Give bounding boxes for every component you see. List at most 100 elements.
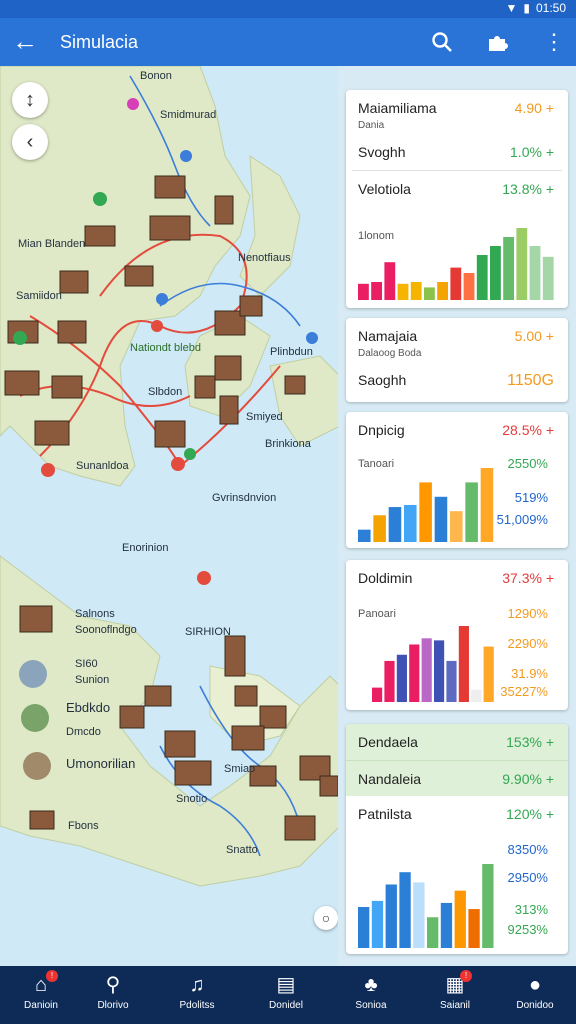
- compass-button[interactable]: ↕: [12, 82, 48, 118]
- nav-label: Donidoo: [516, 1000, 554, 1011]
- chart-bar: [434, 640, 445, 702]
- puzzle-icon[interactable]: [484, 28, 512, 56]
- stat-value: 120% +: [506, 806, 554, 822]
- chart-bar: [371, 900, 384, 948]
- stat-value: 1150G: [507, 372, 554, 389]
- map-label: Plinbdun: [270, 346, 313, 358]
- map-view[interactable]: Bonon Smidmurad Mian Blanden Samiidon Ne…: [0, 66, 340, 966]
- nav-item-home[interactable]: ⌂! Danioin: [0, 970, 82, 1011]
- chart-bar: [358, 283, 369, 300]
- map-canvas: [0, 66, 340, 887]
- map-label: Smiyed: [246, 411, 283, 423]
- chart-bar: [396, 654, 407, 702]
- stat-name: Svoghh: [358, 144, 406, 160]
- stat-sub: Dania: [358, 120, 385, 131]
- map-label: Umonorilian: [66, 756, 136, 771]
- locate-button[interactable]: ○: [314, 906, 338, 930]
- chart-bar: [437, 282, 449, 300]
- nav-item-profile[interactable]: ● Donidoo: [494, 972, 576, 1011]
- chart-bar: [424, 287, 435, 300]
- stat-name: Dendaela: [358, 734, 418, 750]
- chart-value: 31.9%: [511, 666, 548, 681]
- map-label: Soonoflndgo: [75, 624, 137, 636]
- chart-bar: [371, 282, 383, 300]
- nav-label: Dlorivo: [97, 1000, 129, 1011]
- chart-bar: [476, 255, 488, 300]
- map-label: SI60: [75, 658, 98, 670]
- chart-bar: [399, 872, 411, 948]
- search-icon[interactable]: [428, 28, 456, 56]
- map-label: Smiao: [224, 763, 256, 775]
- chart-bar: [413, 882, 425, 948]
- map-label: Nenotfiaus: [238, 252, 291, 264]
- chart-bar: [471, 689, 482, 702]
- chart-bar: [409, 644, 420, 702]
- stats-card-1[interactable]: Maiamiliama 4.90 + Dania Svoghh 1.0% + V…: [346, 90, 568, 308]
- wifi-icon: ▼: [505, 1, 518, 15]
- map-label: Mian Blanden: [18, 238, 86, 250]
- chart-bar: [358, 529, 371, 542]
- nav-label: Saianil: [439, 1000, 471, 1011]
- map-label: Nationdt blebd: [130, 342, 201, 354]
- chart-bar: [490, 246, 501, 300]
- chart-bar: [446, 660, 457, 702]
- stat-row: Patnilsta 120% +: [346, 796, 568, 832]
- chart-value: 2550%: [507, 456, 548, 471]
- nav-item-puzzle[interactable]: ♣ Sonioa: [330, 972, 412, 1011]
- nav-item-search[interactable]: ⚲ Dlorivo: [72, 972, 154, 1011]
- chart-value: 519%: [514, 490, 548, 505]
- status-bar: ▼ ▮ 01:50: [0, 0, 576, 18]
- stats-panel: Maiamiliama 4.90 + Dania Svoghh 1.0% + V…: [338, 66, 576, 966]
- map-label: Snotio: [176, 793, 208, 805]
- stats-card-2[interactable]: Namajaia 5.00 + Dalaoog Boda Saoghh 1150…: [346, 318, 568, 402]
- chart-value: 2950%: [507, 870, 548, 885]
- map-label: Dmcdo: [66, 726, 101, 738]
- collapse-button[interactable]: ‹: [12, 124, 48, 160]
- stat-value: 13.8% +: [502, 181, 554, 197]
- nav-item-inbox[interactable]: ▤ Donidel: [245, 972, 327, 1011]
- chart-bar: [458, 626, 469, 702]
- chart-bar: [372, 687, 383, 702]
- chart-bar: [542, 256, 554, 300]
- nav-item-music[interactable]: ♫ Pdolitss: [156, 972, 238, 1011]
- bar-chart: [358, 228, 554, 300]
- stats-card-3[interactable]: Dnpicig 28.5% + Tanoari 2550% 519% 51,00…: [346, 412, 568, 548]
- stat-value: 153% +: [506, 734, 554, 750]
- map-label: Snatto: [226, 844, 258, 856]
- map-label: Sunion: [75, 674, 110, 686]
- more-menu-icon[interactable]: ⋮: [540, 28, 568, 56]
- chart-bar: [440, 902, 453, 948]
- page-title: Simulacia: [60, 32, 139, 52]
- chart-bar: [410, 282, 422, 300]
- stat-name: Saoghh: [358, 372, 407, 388]
- chart-bar: [503, 237, 515, 300]
- stat-row: Saoghh 1150G: [346, 362, 568, 398]
- puzzle-icon: ♣: [364, 974, 378, 996]
- locate-icon: ○: [321, 910, 331, 926]
- chart-bar: [468, 909, 480, 948]
- chart-bar: [358, 907, 370, 948]
- chart-bar: [454, 890, 466, 948]
- nav-label: Sonioa: [355, 1000, 387, 1011]
- stat-name: Velotiola: [358, 181, 411, 197]
- chart-bar: [419, 482, 432, 542]
- stats-card-5[interactable]: Dendaela 153% + Nandaleia 9.90% + Patnil…: [346, 724, 568, 954]
- stats-card-4[interactable]: Doldimin 37.3% + Panoari 1290% 2290% 31.…: [346, 560, 568, 710]
- stat-row: Dendaela 153% +: [346, 724, 568, 760]
- map-label: Gvrinsdnvion: [212, 492, 277, 504]
- stat-row: Doldimin 37.3% +: [346, 560, 568, 596]
- chart-bar: [465, 482, 478, 542]
- chevron-left-icon: ‹: [26, 131, 34, 153]
- inbox-icon: ▤: [276, 974, 296, 996]
- status-time: 01:50: [535, 1, 566, 15]
- notification-badge: !: [46, 970, 58, 982]
- stat-row: Svoghh 1.0% +: [346, 134, 568, 170]
- map-label: Sunanldoa: [76, 460, 129, 472]
- back-arrow-icon[interactable]: ←: [12, 28, 40, 56]
- nav-item-calendar[interactable]: ▦! Saianil: [414, 970, 496, 1011]
- chart-bar: [480, 468, 494, 542]
- stat-name: Maiamiliama: [358, 100, 437, 116]
- stat-value: 37.3% +: [502, 570, 554, 586]
- chart-value: 35227%: [500, 684, 548, 699]
- notification-badge: !: [460, 970, 472, 982]
